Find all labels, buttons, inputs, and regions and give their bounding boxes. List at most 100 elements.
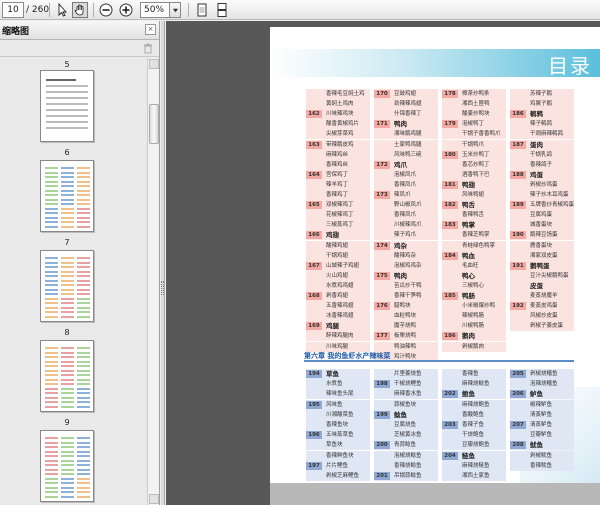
toc-entry[interactable]: 香辣鱿鱼: [510, 460, 574, 471]
toc-entry[interactable]: 203 香辣子鱼: [442, 420, 506, 430]
toc-entry[interactable]: 187 蛋肉: [510, 139, 574, 150]
toc-entry[interactable]: 香辣凤爪: [374, 179, 438, 190]
toc-entry[interactable]: 186 鹌鹑: [510, 109, 574, 120]
toc-entry[interactable]: 酸姜炒鸭块: [442, 109, 506, 120]
toc-entry[interactable]: 小米椒爆炒鸭: [442, 301, 506, 312]
toc-entry[interactable]: 三椒鸭心: [442, 280, 506, 291]
toc-entry[interactable]: 干锅鸡翅: [306, 250, 370, 261]
toc-entry[interactable]: 片里姜烧鱼: [374, 369, 438, 379]
toc-entry[interactable]: 干焗麻辣鹌鹑: [510, 129, 574, 140]
toc-entry[interactable]: 酸香黄椒鸡片: [306, 119, 370, 130]
toc-entry[interactable]: 香芯炒鸭丁: [442, 159, 506, 170]
panel-splitter[interactable]: [161, 21, 165, 505]
close-panel-icon[interactable]: ×: [145, 24, 156, 35]
toc-entry[interactable]: 蒜椒鱼块: [374, 399, 438, 410]
toc-entry[interactable]: 冰香辣鸡翅: [306, 311, 370, 322]
toc-entry[interactable]: 183 鸭掌: [442, 220, 506, 231]
toc-entry[interactable]: 水煮鱼: [306, 379, 370, 390]
zoom-out-icon[interactable]: [98, 2, 114, 18]
toc-entry[interactable]: 川湘酸菜鱼: [306, 409, 370, 420]
toc-entry[interactable]: 苏辣子鹅: [510, 89, 574, 99]
toc-entry[interactable]: 172 鸡爪: [374, 159, 438, 170]
page-thumbnail[interactable]: [40, 340, 94, 412]
toc-entry[interactable]: 麦蒸烧魔羊: [510, 291, 574, 301]
toc-entry[interactable]: 苦瓜炒干鸭: [374, 280, 438, 291]
toc-entry[interactable]: 豆瓣鲈鱼: [510, 430, 574, 441]
toc-entry[interactable]: 190 鹅辣豆饧蛋: [510, 230, 574, 241]
toc-entry[interactable]: 干锅子香香鸭爪: [442, 129, 506, 140]
splitter-grip[interactable]: [161, 281, 164, 295]
toc-entry[interactable]: 178 樟茶炒鸭条: [442, 89, 506, 99]
toc-entry[interactable]: 184 鸭血: [442, 250, 506, 261]
toc-entry[interactable]: 黄焖土鸡肉: [306, 99, 370, 110]
toc-entry[interactable]: 200 青蒜鲶鱼: [374, 440, 438, 451]
toc-entry[interactable]: 湘西土匪鸭: [442, 99, 506, 110]
toc-entry[interactable]: 麻辣鸡丝: [306, 149, 370, 160]
toc-entry[interactable]: 162 川味辣鸡块: [306, 109, 370, 120]
continuous-page-icon[interactable]: [214, 2, 230, 18]
toc-entry[interactable]: 185 鸭肠: [442, 291, 506, 301]
toc-entry[interactable]: 湘味鹅鸡腿: [374, 129, 438, 140]
toc-entry[interactable]: 188 鸡蛋: [510, 169, 574, 180]
toc-entry[interactable]: 鸡翼子鹅: [510, 99, 574, 110]
toc-entry[interactable]: 豆腐鸡蛋: [510, 210, 574, 221]
toc-entry[interactable]: 192 麦蒸皮鸡蛋: [510, 301, 574, 312]
select-arrow-icon[interactable]: [54, 2, 70, 18]
toc-entry[interactable]: 辣子鸡爪: [374, 230, 438, 241]
toc-entry[interactable]: 201 吊锅蒜鲶鱼: [374, 471, 438, 481]
toc-entry[interactable]: 城香蛋块: [510, 220, 574, 231]
zoom-in-icon[interactable]: [118, 2, 134, 18]
toc-entry[interactable]: 167 山城辣子鸡翅: [306, 260, 370, 271]
toc-entry[interactable]: 泡椒凤爪: [374, 169, 438, 180]
toc-entry[interactable]: 泡椒烧鲶鱼: [374, 450, 438, 461]
toc-entry[interactable]: 175 鸭肉: [374, 270, 438, 281]
toc-entry[interactable]: 川椒鸭肠: [442, 321, 506, 332]
toc-entry[interactable]: 尖椒芽菜鸡: [306, 129, 370, 140]
toc-entry[interactable]: 干锅鸭爪: [442, 139, 506, 150]
toc-entry[interactable]: 香辣鱼块: [306, 420, 370, 430]
toc-entry[interactable]: 182 鸭舌: [442, 200, 506, 211]
toc-entry[interactable]: 181 鸭翅: [442, 179, 506, 190]
toc-entry[interactable]: 皮蛋: [510, 280, 574, 291]
toc-entry[interactable]: 180 玉米炒鸭丁: [442, 149, 506, 160]
toc-entry[interactable]: 三椒蒸鸡丁: [306, 220, 370, 231]
toc-entry[interactable]: 香辣鸡丝: [306, 159, 370, 170]
toc-entry[interactable]: 196 五味蒸草鱼: [306, 430, 370, 441]
toc-entry[interactable]: 辣羊鸡丁: [306, 179, 370, 190]
toc-entry[interactable]: 豆瓣烧鲍鱼: [442, 440, 506, 451]
trash-icon[interactable]: [143, 43, 153, 54]
toc-entry[interactable]: 179 泡椒鸭丁: [442, 119, 506, 130]
toc-entry[interactable]: 火山鸡翅: [306, 270, 370, 281]
toc-entry[interactable]: 五香辣鸡翅: [306, 301, 370, 312]
toc-entry[interactable]: 香酸鲍鱼: [442, 409, 506, 420]
toc-entry[interactable]: 麻辣烧鲶鱼: [442, 379, 506, 390]
page-thumbnail[interactable]: [40, 430, 94, 502]
toc-entry[interactable]: 198 干椒烧鲤鱼: [374, 379, 438, 390]
toc-entry[interactable]: 豆汁尖椒鹅鸭蛋: [510, 270, 574, 281]
toc-entry[interactable]: 醉辣鸡腿肉: [306, 331, 370, 342]
toc-entry[interactable]: 香辣烧鲶鱼: [374, 460, 438, 471]
toc-entry[interactable]: 206 鲈鱼: [510, 389, 574, 400]
toc-entry[interactable]: 剁椒炒鸡蛋: [510, 179, 574, 190]
toc-entry[interactable]: 173 辣凤爪: [374, 190, 438, 200]
toc-entry[interactable]: 香辣鸭舌: [442, 210, 506, 221]
toc-entry[interactable]: 土家鸭鸡腿: [374, 139, 438, 150]
toc-entry[interactable]: 清蒸鲈鱼: [510, 409, 574, 420]
toc-entry[interactable]: 辣味鱼头尾: [306, 389, 370, 400]
toc-entry[interactable]: 207 清蒸鲈鱼: [510, 420, 574, 430]
toc-entry[interactable]: 剁椒鹅肉: [442, 341, 506, 352]
toc-entry[interactable]: 毛血旺: [442, 260, 506, 271]
toc-entry[interactable]: 177 板栗烧鸭: [374, 331, 438, 342]
toc-entry[interactable]: 199 鲶鱼: [374, 409, 438, 420]
toc-entry[interactable]: 魔芋烧鸭: [374, 321, 438, 332]
toc-entry[interactable]: 麻辣烧鲍鱼: [442, 399, 506, 410]
toc-entry[interactable]: 干烧鲍鱼: [442, 430, 506, 441]
toc-entry[interactable]: 香辣干笋鸭: [374, 291, 438, 301]
page-number-input[interactable]: 10: [2, 2, 24, 18]
toc-entry[interactable]: 川味鸡腿: [306, 341, 370, 352]
toc-entry[interactable]: 麻辣香水鱼: [374, 389, 438, 400]
toc-entry[interactable]: 176 腊鸭块: [374, 301, 438, 312]
toc-entry[interactable]: 208 鱿鱼: [510, 440, 574, 451]
toc-entry[interactable]: 什锦香辣丁: [374, 109, 438, 120]
toc-entry[interactable]: 酒香鸭下巴: [442, 169, 506, 180]
